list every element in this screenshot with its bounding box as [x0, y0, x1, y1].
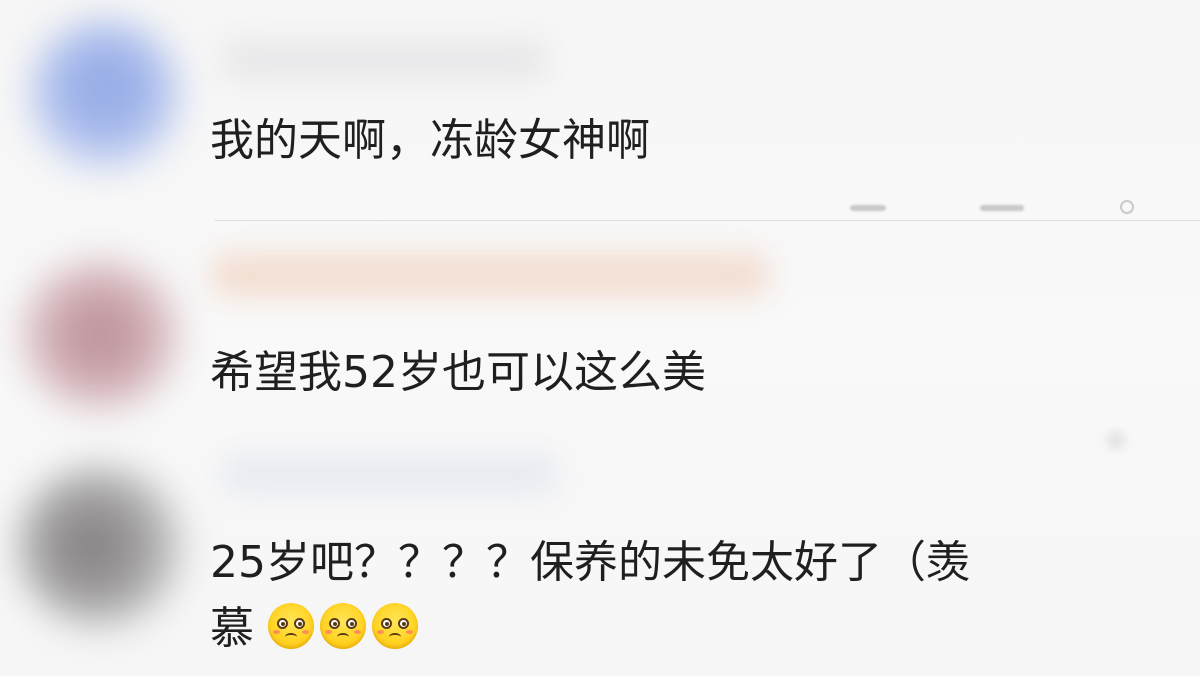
username-blurred[interactable]	[210, 252, 770, 298]
comment-list: 我的天啊，冻龄女神啊 希望我52岁也可以这么美 25岁吧？？？？保养的未免太好了…	[0, 0, 1200, 676]
divider	[215, 220, 1200, 221]
username-blurred[interactable]	[220, 40, 550, 80]
like-action-blurred[interactable]	[980, 205, 1024, 211]
avatar[interactable]	[30, 20, 180, 170]
comment-text: 我的天啊，冻龄女神啊	[210, 115, 650, 166]
flushed-face-icon	[268, 603, 314, 649]
comment-text: 希望我52岁也可以这么美	[210, 347, 706, 398]
flushed-face-icon	[320, 603, 366, 649]
comment-text-line2: 慕	[210, 603, 254, 654]
more-icon[interactable]	[1120, 200, 1134, 214]
comment-text-line1: 25岁吧？？？？保养的未免太好了（羡	[210, 537, 970, 588]
comment-text: 25岁吧？？？？保养的未免太好了（羡 慕	[210, 530, 1170, 662]
username-blurred[interactable]	[220, 454, 560, 494]
avatar[interactable]	[20, 260, 180, 410]
reply-action-blurred[interactable]	[850, 205, 886, 211]
comment-item: 25岁吧？？？？保养的未免太好了（羡 慕	[0, 446, 1200, 676]
comment-item: 我的天啊，冻龄女神啊	[0, 0, 1200, 212]
avatar[interactable]	[18, 466, 183, 626]
comment-item: 希望我52岁也可以这么美	[0, 222, 1200, 446]
flushed-face-icon	[372, 603, 418, 649]
